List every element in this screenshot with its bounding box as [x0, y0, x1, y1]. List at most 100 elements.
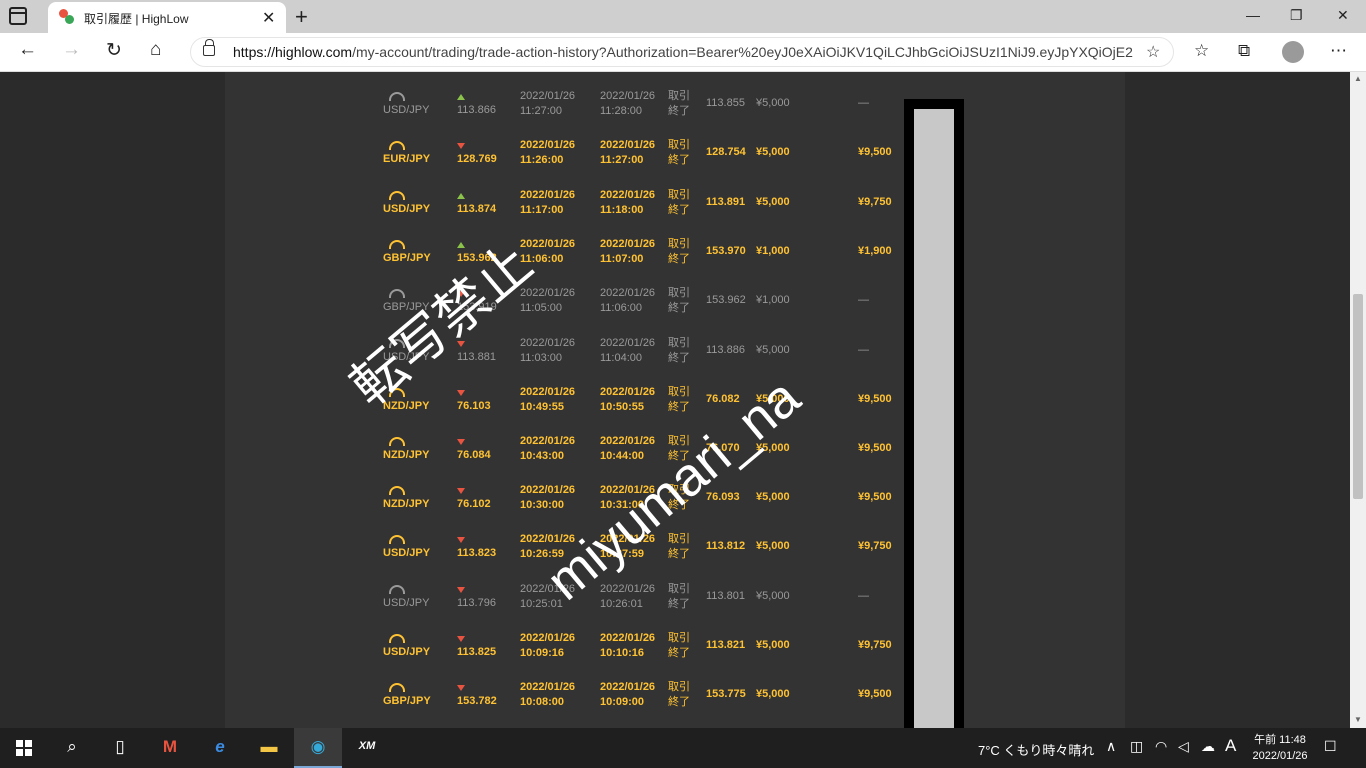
expiry-rate: 153.962	[706, 294, 746, 306]
status-label: 取引 終了	[668, 286, 690, 316]
gauge-icon	[389, 240, 405, 249]
expiry-rate: 113.855	[706, 97, 745, 109]
end-date-line-2: 10:10:16	[600, 647, 645, 659]
vertical-scrollbar[interactable]: ▲ ▼	[1350, 72, 1366, 728]
highlow-favicon-icon	[59, 9, 75, 25]
end-date: 2022/01/26 11:28:00	[600, 89, 655, 119]
tab-actions-icon[interactable]	[9, 7, 27, 25]
strike-rate: 113.825	[457, 646, 497, 658]
notifications-icon[interactable]: ☐	[1324, 738, 1337, 755]
payout-amount: ¥9,500	[858, 393, 892, 405]
close-tab-icon[interactable]: ✕	[262, 8, 275, 28]
end-date-line-2: 11:18:00	[600, 204, 644, 216]
table-row: GBP/JPY 153.919 2022/01/26 11:05:00 2022/01/…	[225, 286, 1125, 335]
end-date-line-2: 11:28:00	[600, 105, 643, 117]
low-arrow-icon	[457, 488, 465, 494]
tray-chevron-icon[interactable]: ∧	[1106, 738, 1116, 755]
back-icon[interactable]: ←	[18, 39, 37, 61]
edge-taskbar-button[interactable]: ◉	[294, 728, 342, 768]
internet-explorer-icon: e	[215, 737, 225, 756]
tab-highlow[interactable]: 取引履歴 | HighLow ✕	[48, 2, 286, 33]
more-menu-icon[interactable]: ⋯	[1330, 41, 1347, 61]
pair-label: NZD/JPY	[383, 498, 430, 510]
start-date-line-2: 10:08:00	[520, 696, 565, 708]
table-row: USD/JPY 113.796 2022/01/26 10:25:01 2022/01/…	[225, 582, 1125, 631]
expiry-rate: 153.970	[706, 245, 746, 257]
gmail-taskbar-button[interactable]: M	[146, 728, 194, 768]
end-date: 2022/01/26 10:09:00	[600, 680, 655, 710]
volume-icon[interactable]: ◁	[1178, 738, 1189, 755]
status-label-line-2: 終了	[668, 352, 690, 364]
new-tab-icon[interactable]: +	[295, 4, 308, 30]
explorer-taskbar-button[interactable]: ▬	[245, 728, 293, 768]
end-date-line-1: 2022/01/26	[600, 90, 656, 102]
investment-amount: ¥1,000	[756, 245, 790, 257]
expiry-rate: 153.775	[706, 688, 746, 700]
end-date-line-1: 2022/01/26	[600, 435, 656, 447]
address-bar[interactable]: https://highlow.com/my-account/trading/t…	[190, 37, 1174, 67]
end-date-line-1: 2022/01/26	[600, 632, 656, 644]
end-date-line-1: 2022/01/26	[600, 139, 656, 151]
ime-indicator[interactable]: A	[1225, 736, 1236, 756]
scroll-up-icon[interactable]: ▲	[1354, 74, 1362, 83]
gauge-icon	[389, 683, 405, 692]
pair-label: GBP/JPY	[383, 695, 431, 707]
end-date-line-2: 10:09:00	[600, 696, 645, 708]
status-label: 取引 終了	[668, 631, 690, 661]
start-date-line-2: 11:27:00	[520, 105, 563, 117]
add-favorite-icon[interactable]: ☆	[1146, 42, 1160, 62]
start-date-line-1: 2022/01/26	[520, 435, 576, 447]
status-label-line-1: 取引	[668, 583, 690, 595]
status-label-line-1: 取引	[668, 189, 690, 201]
gauge-icon	[389, 289, 405, 298]
xm-taskbar-button[interactable]: XM	[343, 728, 391, 768]
refresh-icon[interactable]: ↻	[106, 39, 122, 62]
clock[interactable]: 午前 11:48 2022/01/26	[1250, 732, 1310, 764]
pair-label: USD/JPY	[383, 547, 431, 559]
status-label-line-2: 終了	[668, 204, 690, 216]
table-row: USD/JPY 113.823 2022/01/26 10:26:59 2022/01/…	[225, 532, 1125, 581]
start-date-line-1: 2022/01/26	[520, 337, 576, 349]
status-label: 取引 終了	[668, 89, 690, 119]
scroll-down-icon[interactable]: ▼	[1354, 715, 1362, 724]
start-date-line-1: 2022/01/26	[520, 238, 576, 250]
strike-rate: 113.796	[457, 597, 496, 609]
profile-avatar[interactable]	[1282, 41, 1304, 63]
status-label-line-2: 終了	[668, 647, 690, 659]
forward-icon[interactable]: →	[62, 39, 81, 61]
favorites-icon[interactable]: ☆	[1194, 41, 1209, 61]
status-label: 取引 終了	[668, 336, 690, 366]
collections-icon[interactable]: ⧉	[1238, 41, 1250, 61]
restore-icon[interactable]: ❐	[1290, 7, 1303, 24]
wifi-icon[interactable]: ◠	[1155, 738, 1167, 755]
status-label-line-1: 取引	[668, 632, 690, 644]
status-label-line-1: 取引	[668, 238, 690, 250]
end-date-line-2: 10:44:00	[600, 450, 645, 462]
scroll-thumb[interactable]	[1353, 294, 1363, 499]
start-date-line-1: 2022/01/26	[520, 632, 576, 644]
search-button[interactable]: ⌕	[48, 728, 96, 768]
low-arrow-icon	[457, 439, 465, 445]
start-button[interactable]	[0, 728, 48, 768]
start-date-line-2: 10:09:16	[520, 647, 565, 659]
task-view-button[interactable]: ▯	[96, 728, 144, 768]
low-arrow-icon	[457, 587, 465, 593]
investment-amount: ¥5,000	[756, 97, 790, 109]
strike-rate: 113.874	[457, 203, 497, 215]
end-date-line-2: 10:26:01	[600, 598, 643, 610]
investment-amount: ¥5,000	[756, 639, 790, 651]
close-window-icon[interactable]: ✕	[1337, 7, 1349, 24]
minimize-icon[interactable]: —	[1246, 7, 1260, 23]
home-icon[interactable]: ⌂	[150, 39, 161, 61]
pair-label: USD/JPY	[383, 597, 430, 609]
end-date-line-2: 11:06:00	[600, 302, 643, 314]
windows-logo-icon	[16, 740, 32, 756]
end-date: 2022/01/26 10:50:55	[600, 385, 655, 415]
ie-taskbar-button[interactable]: e	[196, 728, 244, 768]
weather-widget[interactable]: 7°C くもり時々晴れ	[978, 740, 1094, 759]
meet-icon[interactable]: ◫	[1130, 738, 1143, 755]
payout-amount: ¥9,500	[858, 146, 892, 158]
end-date-line-2: 11:07:00	[600, 253, 644, 265]
onedrive-icon[interactable]: ☁	[1201, 738, 1215, 755]
start-date-line-2: 11:05:00	[520, 302, 563, 314]
